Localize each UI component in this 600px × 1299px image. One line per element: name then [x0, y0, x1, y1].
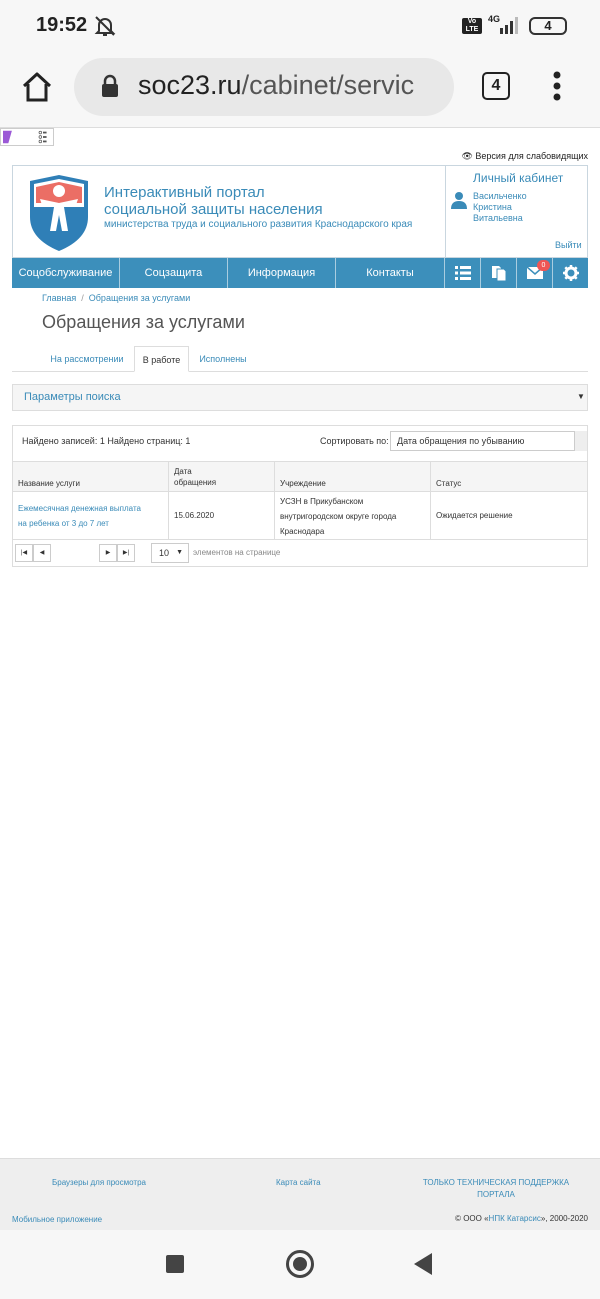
company-link[interactable]: НПК Катарсис — [489, 1214, 541, 1223]
battery-icon: 4 — [529, 17, 567, 35]
back-button[interactable] — [414, 1253, 432, 1275]
column-institution[interactable]: Учреждение — [280, 478, 326, 489]
footer-sitemap-link[interactable]: Карта сайта — [276, 1177, 321, 1189]
page-title: Обращения за услугами — [42, 312, 245, 332]
recents-button[interactable] — [166, 1255, 184, 1273]
main-nav: Соцобслуживание Соцзащита Информация Кон… — [12, 258, 588, 288]
prev-page-button[interactable]: ◀ — [33, 544, 51, 562]
row-service-link[interactable]: Ежемесячная денежная выплата на ребенка … — [18, 501, 141, 531]
volte-icon: Vo LTE — [462, 18, 482, 34]
plugin-widget-icon[interactable] — [0, 128, 54, 146]
per-page-select[interactable]: 10 ▼ — [151, 543, 189, 563]
gear-icon[interactable] — [552, 258, 588, 288]
portal-subtitle: министерства труда и социального развити… — [104, 219, 413, 230]
caret-down-icon: ▼ — [176, 549, 183, 556]
first-page-button[interactable]: |◀ — [15, 544, 33, 562]
home-icon[interactable] — [20, 70, 54, 104]
footer-support-link[interactable]: ТОЛЬКО ТЕХНИЧЕСКАЯ ПОДДЕРЖКА ПОРТАЛА — [416, 1177, 576, 1201]
tab-in-progress[interactable]: В работе — [134, 346, 189, 372]
url-text: soc23.ru/cabinet/servic — [138, 70, 415, 100]
sort-select[interactable]: Дата обращения по убыванию — [390, 431, 587, 451]
portal-logo[interactable] — [26, 173, 92, 253]
status-time: 19:52 — [36, 14, 88, 36]
home-button[interactable] — [286, 1250, 314, 1278]
signal-icon — [500, 17, 518, 34]
tab-under-review[interactable]: На рассмотрении — [40, 346, 134, 372]
lock-icon — [102, 74, 118, 97]
eye-icon: 👁 — [461, 151, 473, 161]
column-service[interactable]: Название услуги — [18, 478, 80, 489]
accessibility-version-link[interactable]: 👁 Версия для слабовидящих — [461, 151, 588, 162]
mail-badge: 0 — [537, 260, 550, 271]
copyright: © ООО «НПК Катарсис», 2000-2020 — [455, 1214, 588, 1223]
breadcrumb: Главная / Обращения за услугами — [42, 293, 191, 303]
tab-completed[interactable]: Исполнены — [190, 346, 256, 372]
footer-browsers-link[interactable]: Браузеры для просмотра — [52, 1177, 146, 1189]
more-vert-icon[interactable] — [552, 70, 562, 102]
user-icon — [451, 192, 467, 209]
row-status: Ожидается решение — [436, 511, 513, 520]
portal-title[interactable]: Интерактивный портал социальной защиты н… — [104, 184, 323, 218]
logout-link[interactable]: Выйти — [555, 240, 582, 250]
records-found: Найдено записей: 1 Найдено страниц: 1 — [22, 436, 191, 446]
column-date[interactable]: Дата обращения — [174, 466, 216, 488]
last-page-button[interactable]: ▶| — [117, 544, 135, 562]
tab-switcher-button[interactable]: 4 — [482, 72, 510, 100]
next-page-button[interactable]: ▶ — [99, 544, 117, 562]
row-institution: УСЗН в Прикубанском внутригородском окру… — [280, 497, 397, 536]
documents-icon[interactable] — [480, 258, 516, 288]
mail-icon[interactable]: 0 — [516, 258, 552, 288]
sort-label: Сортировать по: — [320, 436, 389, 446]
nav-item-social-protection[interactable]: Соцзащита — [120, 258, 228, 288]
cabinet-title[interactable]: Личный кабинет — [473, 171, 563, 185]
row-date: 15.06.2020 — [174, 511, 215, 520]
list-icon[interactable] — [444, 258, 480, 288]
bell-muted-icon — [94, 16, 116, 36]
breadcrumb-home[interactable]: Главная — [42, 293, 76, 303]
nav-item-contacts[interactable]: Контакты — [336, 258, 444, 288]
user-name[interactable]: Васильченко Кристина Витальевна — [473, 191, 527, 224]
nav-item-information[interactable]: Информация — [228, 258, 336, 288]
per-page-label: элементов на странице — [193, 548, 281, 557]
breadcrumb-current[interactable]: Обращения за услугами — [89, 293, 190, 303]
column-status[interactable]: Статус — [436, 478, 461, 489]
search-params-label: Параметры поиска — [24, 391, 121, 403]
nav-item-social-service[interactable]: Соцобслуживание — [12, 258, 120, 288]
footer-mobile-app-link[interactable]: Мобильное приложение — [12, 1214, 102, 1226]
sort-dropdown-arrow[interactable] — [574, 431, 587, 451]
caret-down-icon: ▼ — [577, 392, 585, 401]
